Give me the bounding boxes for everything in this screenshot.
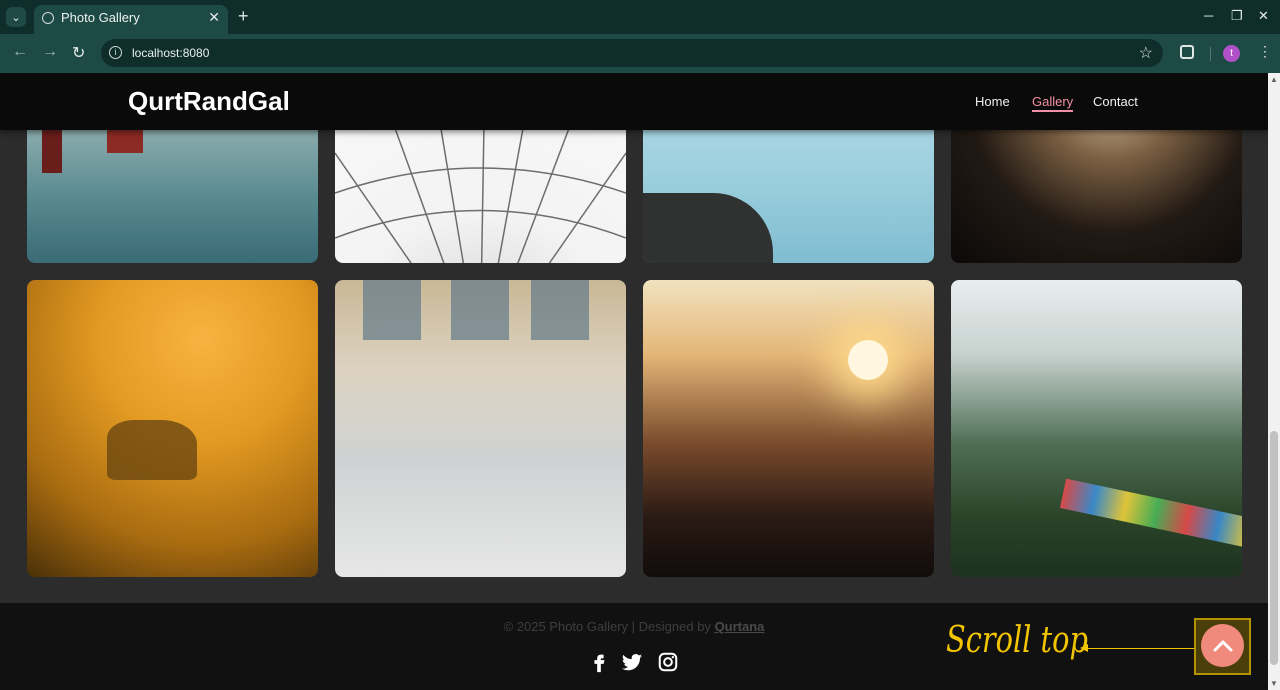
gallery-photo-grand-central-terminal[interactable] <box>335 280 626 577</box>
gallery-photo-mountain-prayer-flags[interactable] <box>951 280 1242 577</box>
site-header: QurtRandGal Home Gallery Contact <box>0 73 1268 130</box>
nav-gallery[interactable]: Gallery <box>1032 94 1074 112</box>
page-scrollbar[interactable]: ▲ ▼ <box>1268 73 1280 690</box>
profile-avatar[interactable]: t <box>1223 45 1240 62</box>
scroll-top-button[interactable] <box>1201 624 1244 667</box>
browser-tab-bar: ⌄ Photo Gallery ✕ + ─ ❐ ✕ <box>0 0 1280 34</box>
annotation-arrow <box>1080 644 1194 652</box>
facebook-icon[interactable] <box>588 651 610 673</box>
back-icon[interactable]: ← <box>12 43 28 61</box>
scroll-top-annotation: Scroll top <box>946 620 1088 661</box>
forward-icon[interactable]: → <box>42 43 58 61</box>
designer-link[interactable]: Qurtana <box>715 619 765 634</box>
restore-button[interactable]: ❐ <box>1231 8 1243 24</box>
bookmark-star-icon[interactable]: ☆ <box>1139 43 1153 63</box>
page-viewport: QurtRandGal Home Gallery Contact © 2025 … <box>0 73 1268 690</box>
scrollbar-thumb[interactable] <box>1270 431 1278 665</box>
scroll-up-arrow-icon[interactable]: ▲ <box>1270 75 1278 84</box>
extensions-icon[interactable] <box>1180 45 1194 59</box>
toolbar-divider <box>1210 47 1211 61</box>
close-window-button[interactable]: ✕ <box>1258 8 1269 24</box>
scroll-down-arrow-icon[interactable]: ▼ <box>1270 679 1278 688</box>
browser-toolbar: ← → ↻ i localhost:8080 ☆ t ⋮ <box>0 34 1280 73</box>
site-info-icon[interactable]: i <box>109 46 122 59</box>
instagram-icon[interactable] <box>657 651 679 673</box>
url-text: localhost:8080 <box>132 46 210 60</box>
copyright-prefix: © 2025 Photo Gallery | Designed by <box>503 619 711 634</box>
chevron-up-icon <box>1213 640 1232 651</box>
browser-menu-icon[interactable]: ⋮ <box>1258 43 1272 60</box>
nav-home[interactable]: Home <box>975 94 1010 109</box>
site-logo[interactable]: QurtRandGal <box>128 86 290 117</box>
reload-icon[interactable]: ↻ <box>72 43 85 63</box>
tab-title: Photo Gallery <box>61 10 140 25</box>
nav-contact[interactable]: Contact <box>1093 94 1138 109</box>
tab-close-icon[interactable]: ✕ <box>208 9 220 26</box>
gallery-photo-deer-in-fog[interactable] <box>27 280 318 577</box>
minimize-button[interactable]: ─ <box>1204 8 1213 23</box>
new-tab-button[interactable]: + <box>238 6 249 27</box>
globe-icon <box>42 12 54 24</box>
address-bar[interactable]: i localhost:8080 ☆ <box>101 39 1163 67</box>
gallery-photo-sunset-city-train[interactable] <box>643 280 934 577</box>
tab-search-button[interactable]: ⌄ <box>6 7 26 27</box>
twitter-icon[interactable] <box>621 651 643 673</box>
browser-tab[interactable]: Photo Gallery ✕ <box>34 5 228 34</box>
